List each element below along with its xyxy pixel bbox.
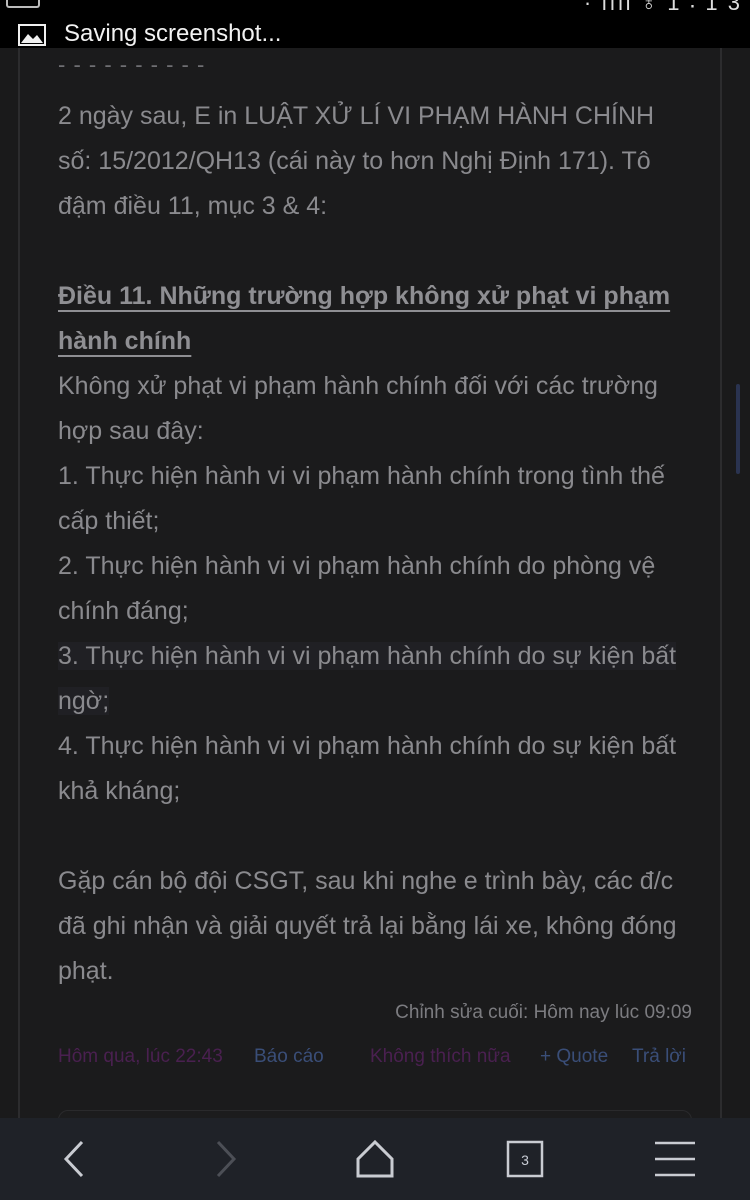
tabs-icon: 3 <box>506 1140 544 1178</box>
article-intro: Không xử phạt vi phạm hành chính đối với… <box>58 372 658 445</box>
article-item-4: 4. Thực hiện hành vi vi phạm hành chính … <box>58 732 677 805</box>
article-item-1: 1. Thực hiện hành vi vi phạm hành chính … <box>58 462 665 535</box>
home-button[interactable] <box>320 1118 430 1200</box>
menu-icon <box>655 1141 695 1177</box>
scrollbar[interactable] <box>736 384 740 474</box>
status-bar: · ıııl ♁ 1 ∶ 1 3 Saving screenshot... <box>0 0 750 48</box>
closing-paragraph: Gặp cán bộ đội CSGT, sau khi nghe e trìn… <box>58 867 677 985</box>
article-item-3: 3. Thực hiện hành vi vi phạm hành chính … <box>58 642 677 715</box>
forward-button[interactable] <box>170 1118 280 1200</box>
reply-link[interactable]: Trả lời <box>632 1046 686 1068</box>
article-heading: Điều 11. Những trường hợp không xử phạt … <box>58 282 671 355</box>
browser-nav-bar: 3 <box>0 1118 750 1200</box>
status-indicators: · ıııl ♁ 1 ∶ 1 3 <box>583 0 742 15</box>
back-icon <box>63 1140 84 1178</box>
tab-count: 3 <box>521 1152 529 1168</box>
tabs-button[interactable]: 3 <box>470 1118 580 1200</box>
post-body: 2 ngày sau, E in LUẬT XỬ LÍ VI PHẠM HÀNH… <box>58 94 678 994</box>
home-icon <box>356 1139 394 1178</box>
last-edit-note: Chỉnh sửa cuối: Hôm nay lúc 09:09 <box>395 1002 692 1023</box>
image-icon <box>18 24 46 46</box>
quote-link[interactable]: + Quote <box>540 1046 608 1068</box>
article-item-2: 2. Thực hiện hành vi vi phạm hành chính … <box>58 552 656 625</box>
post-time-link[interactable]: Hôm qua, lúc 22:43 <box>58 1046 223 1068</box>
forward-icon <box>216 1140 237 1178</box>
post-paragraph: 2 ngày sau, E in LUẬT XỬ LÍ VI PHẠM HÀNH… <box>58 102 655 220</box>
menu-button[interactable] <box>620 1118 730 1200</box>
notification-text: Saving screenshot... <box>64 20 282 47</box>
status-left-icon <box>6 0 40 8</box>
separator-dashes: - - - - - - - - - - <box>58 52 206 77</box>
report-link[interactable]: Báo cáo <box>254 1046 324 1068</box>
unlike-link[interactable]: Không thích nữa <box>370 1046 511 1068</box>
back-button[interactable] <box>20 1118 130 1200</box>
